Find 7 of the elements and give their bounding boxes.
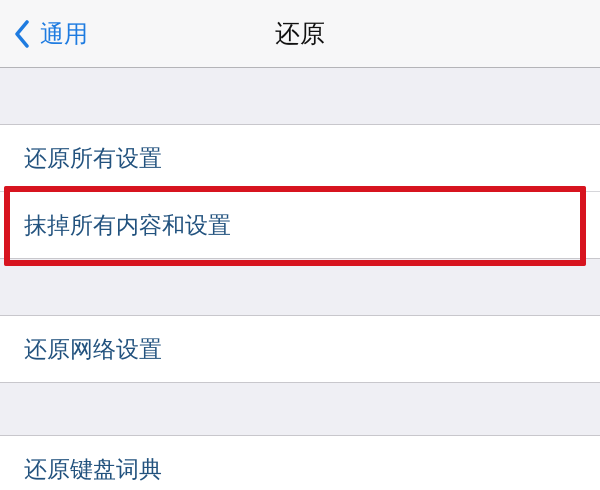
- settings-row[interactable]: 还原键盘词典: [0, 436, 600, 490]
- back-chevron-icon: [14, 20, 30, 48]
- settings-row[interactable]: 抹掉所有内容和设置: [0, 192, 600, 258]
- back-button[interactable]: 通用: [0, 18, 88, 50]
- settings-row[interactable]: 还原所有设置: [0, 125, 600, 191]
- settings-row[interactable]: 还原网络设置: [0, 316, 600, 382]
- screen-title: 还原: [274, 18, 326, 50]
